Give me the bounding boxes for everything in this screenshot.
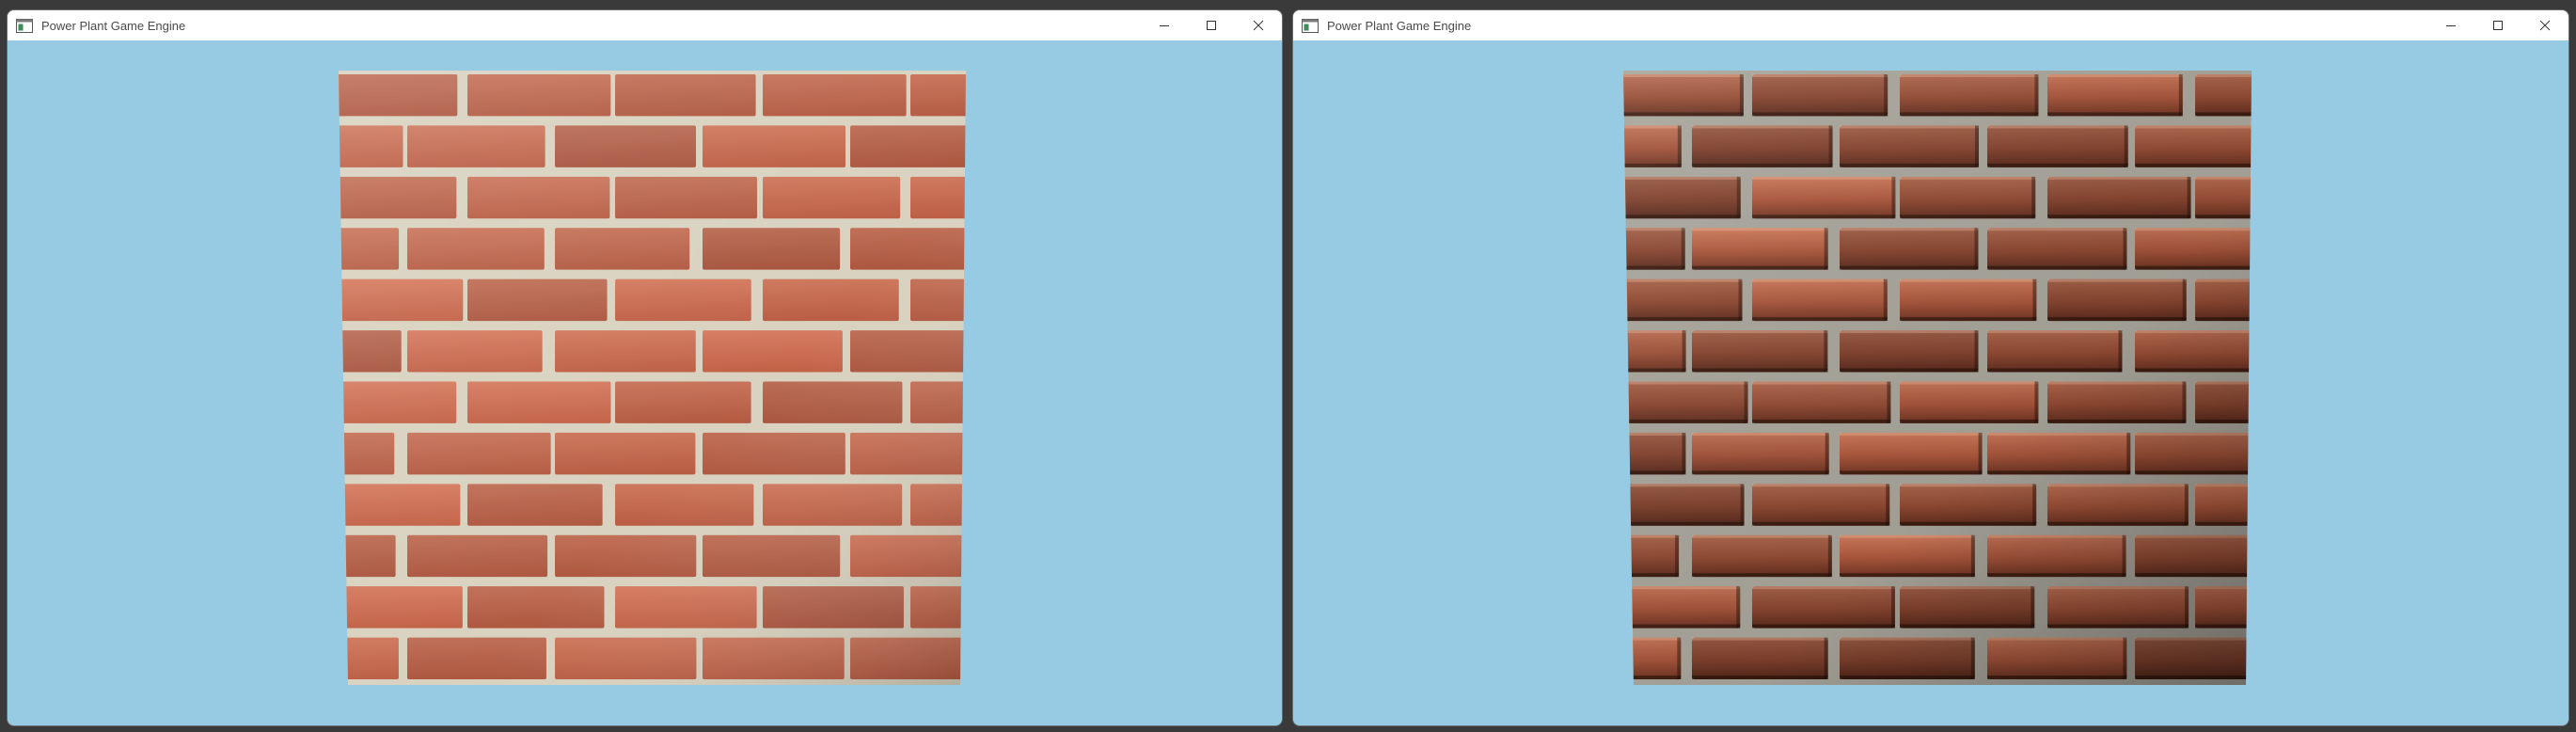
minimize-button[interactable]	[1141, 10, 1188, 40]
brick-shadow	[2271, 535, 2275, 577]
brick-shadow	[2273, 638, 2277, 679]
close-icon	[1253, 20, 1264, 31]
lighting-overlay	[1623, 71, 2252, 685]
render-viewport[interactable]	[8, 40, 1282, 725]
brick-shadow	[2268, 228, 2271, 269]
close-button[interactable]	[2521, 10, 2568, 40]
maximize-icon	[2493, 21, 2503, 30]
brick-shadow	[2332, 586, 2336, 628]
lighting-overlay	[339, 71, 966, 685]
rendered-scene[interactable]	[8, 40, 1283, 726]
close-icon	[2539, 20, 2551, 31]
window-controls	[2427, 10, 2568, 40]
minimize-icon	[2446, 25, 2456, 26]
render-viewport[interactable]	[1293, 40, 2568, 725]
brick-wall-quad	[339, 71, 966, 685]
title-bar[interactable]: Power Plant Game Engine	[8, 10, 1282, 40]
title-bar[interactable]: Power Plant Game Engine	[1293, 10, 2568, 40]
brick-shadow	[2272, 330, 2276, 372]
rendered-scene[interactable]	[1293, 40, 2569, 726]
brick-shadow	[2329, 382, 2332, 423]
brick-shadow	[2331, 279, 2335, 321]
maximize-button[interactable]	[1188, 10, 1235, 40]
maximize-icon	[1207, 21, 1216, 30]
brick-shadow	[2331, 74, 2335, 116]
brick-shadow	[2272, 433, 2276, 474]
minimize-button[interactable]	[2427, 10, 2474, 40]
engine-window-left: Power Plant Game Engine	[7, 9, 1283, 726]
app-window-icon	[1302, 18, 1319, 33]
close-button[interactable]	[1235, 10, 1282, 40]
window-title: Power Plant Game Engine	[1327, 18, 1472, 33]
brick-shadow	[2330, 177, 2333, 218]
brick-shadow	[2329, 484, 2332, 525]
window-title: Power Plant Game Engine	[41, 18, 186, 33]
minimize-icon	[1160, 25, 1169, 26]
window-controls	[1141, 10, 1282, 40]
app-window-icon	[16, 18, 33, 33]
brick-wall-quad	[1623, 71, 2336, 685]
brick-shadow	[2271, 125, 2275, 167]
engine-window-right: Power Plant Game Engine	[1292, 9, 2569, 726]
maximize-button[interactable]	[2474, 10, 2521, 40]
